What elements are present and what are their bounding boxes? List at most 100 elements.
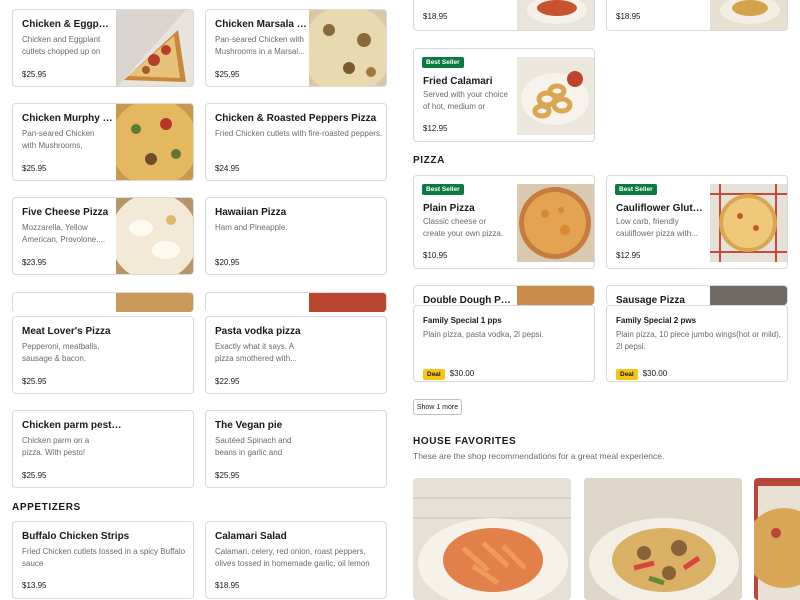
item-name: Chicken & Eggplant Pizza: [22, 19, 110, 30]
deal-row: Deal $30.00: [616, 363, 667, 381]
show-more-button[interactable]: Show 1 more: [413, 399, 462, 415]
deal-name: Family Special 2 pws: [616, 316, 697, 325]
item-description: Chicken and Eggplant cutlets chopped up …: [22, 35, 101, 56]
deal-card[interactable]: Family Special 1 pps Plain pizza, pasta …: [413, 305, 595, 382]
favorite-card[interactable]: [584, 478, 742, 600]
item-description: Pan-seared Chicken with Mushrooms, peppe…: [22, 129, 95, 150]
item-photo: [517, 286, 594, 305]
item-price: $18.95: [215, 581, 240, 590]
menu-item-card[interactable]: Pasta vodka pizza Exactly what it says. …: [205, 316, 387, 394]
item-price: $25.95: [215, 471, 240, 480]
item-photo: [710, 286, 787, 305]
item-photo: [517, 57, 594, 135]
item-name: The Vegan pie: [215, 420, 283, 431]
menu-item-card[interactable]: Calamari Salad Calamari, celery, red oni…: [205, 521, 387, 599]
menu-item-card[interactable]: $18.95: [413, 0, 595, 31]
best-seller-badge: Best Seller: [422, 184, 464, 195]
item-name: Pasta vodka pizza: [215, 326, 301, 337]
item-name: Fried Calamari: [423, 76, 493, 87]
item-name: Plain Pizza: [423, 203, 475, 214]
item-price: $22.95: [215, 377, 240, 386]
item-name: Sausage Pizza: [616, 295, 685, 305]
item-price: $10.95: [423, 251, 448, 260]
menu-item-card[interactable]: Chicken Murphy Pizza Pan-seared Chicken …: [12, 103, 194, 181]
item-name: Five Cheese Pizza: [22, 207, 109, 218]
menu-item-card[interactable]: Sausage Pizza: [606, 285, 788, 305]
deal-description: Plain pizza, pasta vodka, 2l pepsi.: [423, 330, 544, 339]
menu-item-card[interactable]: $18.95: [606, 0, 788, 31]
menu-item-card[interactable]: Double Dough Pizza: [413, 285, 595, 305]
menu-item-card[interactable]: Meat Lover's Pizza Pepperoni, meatballs,…: [12, 316, 194, 394]
menu-item-card[interactable]: The Vegan pie Sautéed Spinach and beans …: [205, 410, 387, 488]
section-title-pizza: PIZZA: [413, 155, 445, 166]
deal-tag: Deal: [423, 369, 445, 380]
favorite-card[interactable]: [413, 478, 571, 600]
item-price: $25.95: [22, 471, 47, 480]
item-price: $23.95: [22, 258, 47, 267]
menu-item-card[interactable]: Chicken parm pesto... Chicken parm on a …: [12, 410, 194, 488]
item-name: Chicken Murphy Pizza: [22, 113, 114, 124]
section-title-appetizers: APPETIZERS: [12, 502, 81, 513]
menu-item-card[interactable]: [205, 292, 387, 312]
item-price: $12.95: [616, 251, 641, 260]
menu-item-card[interactable]: Chicken Marsala Pizza Pan-seared Chicken…: [205, 9, 387, 87]
best-seller-badge: Best Seller: [615, 184, 657, 195]
menu-item-card[interactable]: Chicken & Eggplant Pizza Chicken and Egg…: [12, 9, 194, 87]
deal-tag: Deal: [616, 369, 638, 380]
item-description: Fried Chicken cutlets with fire-roasted …: [215, 129, 383, 138]
item-price: $24.95: [215, 164, 240, 173]
item-photo: [116, 293, 193, 312]
menu-item-card[interactable]: Best Seller Plain Pizza Classic cheese o…: [413, 175, 595, 269]
item-photo: [710, 184, 787, 262]
item-price: $25.95: [22, 164, 47, 173]
deal-name: Family Special 1 pps: [423, 316, 502, 325]
item-photo: [116, 104, 193, 180]
item-name: Chicken parm pesto...: [22, 420, 122, 431]
item-name: Meat Lover's Pizza: [22, 326, 111, 337]
item-description: Calamari, celery, red onion, roast peppe…: [215, 547, 370, 568]
section-subtitle: These are the shop recommendations for a…: [413, 451, 665, 461]
item-photo: [116, 198, 193, 274]
item-name: Chicken & Roasted Peppers Pizza: [215, 113, 377, 124]
item-description: Pan-seared Chicken with Mushrooms in a M…: [215, 35, 305, 56]
item-description: Fried Chicken cutlets tossed in a spicy …: [22, 547, 186, 568]
deal-price: $30.00: [642, 369, 668, 378]
item-price: $18.95: [423, 12, 448, 21]
item-description: Low carb, friendly cauliflower pizza wit…: [616, 217, 698, 238]
favorite-photo: [754, 478, 800, 600]
deal-price: $30.00: [449, 369, 475, 378]
item-photo: [517, 184, 594, 262]
menu-item-card[interactable]: Chicken & Roasted Peppers Pizza Fried Ch…: [205, 103, 387, 181]
item-description: Chicken parm on a pizza. With pesto!: [22, 436, 90, 457]
menu-item-card[interactable]: Best Seller Fried Calamari Served with y…: [413, 48, 595, 142]
item-description: Sautéed Spinach and beans in garlic and …: [215, 436, 292, 457]
menu-item-card[interactable]: Best Seller Cauliflower Gluten... Low ca…: [606, 175, 788, 269]
deal-description: Plain pizza, 10 piece jumbo wings(hot or…: [616, 330, 781, 351]
favorite-photo: [584, 478, 742, 600]
menu-item-card[interactable]: Five Cheese Pizza Mozzarella, Yellow Ame…: [12, 197, 194, 275]
item-photo: [517, 0, 594, 30]
item-price: $18.95: [616, 12, 641, 21]
item-price: $25.95: [215, 70, 240, 79]
favorite-card[interactable]: [754, 478, 800, 600]
item-name: Buffalo Chicken Strips: [22, 531, 130, 542]
item-price: $25.95: [22, 70, 47, 79]
item-price: $25.95: [22, 377, 47, 386]
menu-item-card[interactable]: Buffalo Chicken Strips Fried Chicken cut…: [12, 521, 194, 599]
item-name: Double Dough Pizza: [423, 295, 513, 305]
item-description: Ham and Pineapple.: [215, 223, 288, 232]
deal-card[interactable]: Family Special 2 pws Plain pizza, 10 pie…: [606, 305, 788, 382]
section-title-house-favorites: HOUSE FAVORITES: [413, 436, 517, 447]
item-price: $20.95: [215, 258, 240, 267]
item-description: Served with your choice of hot, medium o…: [423, 90, 508, 111]
menu-item-card[interactable]: Hawaiian Pizza Ham and Pineapple. $20.95: [205, 197, 387, 275]
item-description: Mozzarella, Yellow American, Provolone,.…: [22, 223, 106, 244]
item-photo: [710, 0, 787, 30]
deal-row: Deal $30.00: [423, 363, 474, 381]
item-photo: [309, 10, 386, 86]
item-description: Classic cheese or create your own pizza.: [423, 217, 504, 238]
item-name: Hawaiian Pizza: [215, 207, 287, 218]
best-seller-badge: Best Seller: [422, 57, 464, 68]
item-name: Calamari Salad: [215, 531, 287, 542]
menu-item-card[interactable]: [12, 292, 194, 312]
